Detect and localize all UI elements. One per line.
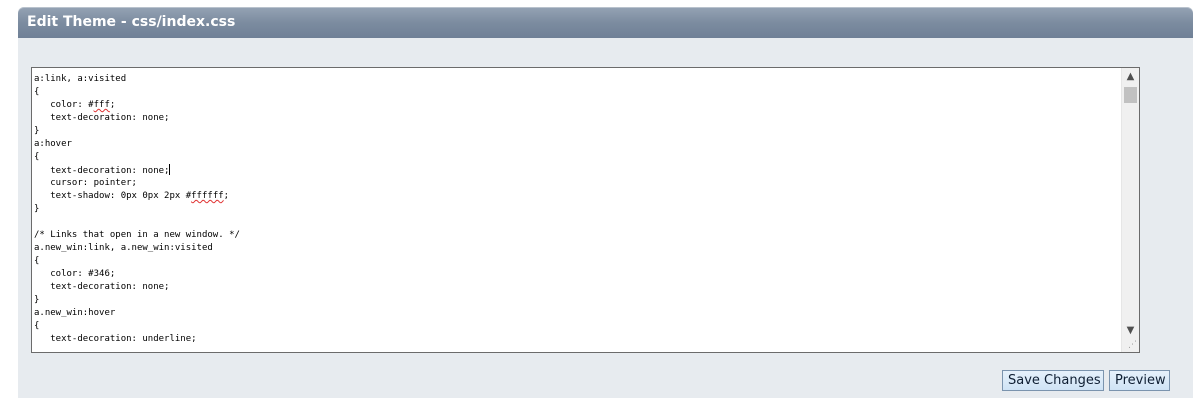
css-editor-textarea[interactable]: a:link, a:visited { color: #fff; text-dec… [31, 67, 1140, 353]
code-line: a.new_win:link, a.new_win:visited [34, 243, 213, 253]
code-line: } [34, 204, 40, 214]
preview-button[interactable]: Preview [1109, 370, 1170, 391]
code-line: } [34, 295, 40, 305]
panel-titlebar: Edit Theme - css/index.css [18, 7, 1193, 38]
panel-title: Edit Theme - css/index.css [27, 14, 236, 30]
code-line: a.new_win:hover [34, 308, 116, 318]
code-line: color: #fff; [34, 100, 116, 110]
save-changes-button[interactable]: Save Changes [1002, 370, 1104, 391]
code-line: /* Links that open in a new window. */ [34, 230, 240, 240]
code-line: color: #346; [34, 269, 116, 279]
edit-theme-panel: Edit Theme - css/index.css a:link, a:vis… [18, 7, 1193, 398]
css-code: a:link, a:visited { color: #fff; text-dec… [34, 73, 240, 346]
code-line: cursor: pointer; [34, 178, 137, 188]
scroll-up-icon[interactable]: ▲ [1122, 68, 1139, 85]
scroll-thumb[interactable] [1124, 87, 1137, 103]
code-line: { [34, 87, 40, 97]
code-line: { [34, 256, 40, 266]
code-line: text-decoration: none; [34, 282, 170, 292]
misspelled-word: fff [93, 100, 110, 110]
code-line: text-decoration: none; [34, 164, 171, 176]
code-line: { [34, 321, 40, 331]
code-line: } [34, 126, 40, 136]
resize-grip-icon[interactable]: ⋰ [1126, 340, 1137, 351]
text-caret [169, 164, 171, 175]
editor-scrollbar[interactable]: ▲ ▼ ⋰ [1121, 68, 1139, 352]
code-line: a:hover [34, 139, 72, 149]
code-line: a:link, a:visited [34, 74, 127, 84]
code-line: text-decoration: underline; [34, 334, 197, 344]
code-line: text-shadow: 0px 0px 2px #ffffff; [34, 191, 230, 201]
scroll-down-icon[interactable]: ▼ [1122, 322, 1139, 339]
code-line: { [34, 152, 40, 162]
misspelled-word: ffffff [191, 191, 224, 201]
code-line: text-decoration: none; [34, 113, 170, 123]
